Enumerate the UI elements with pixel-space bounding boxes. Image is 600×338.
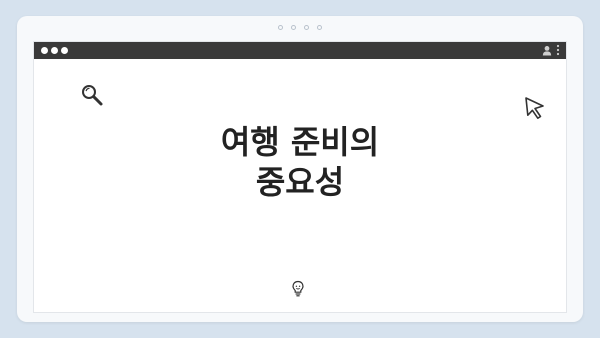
cursor-icon [524,96,546,120]
title-line: 중요성 [255,163,345,201]
browser-window: 여행 준비의 중요성 [33,41,567,313]
slide-content: 여행 준비의 중요성 [34,59,566,312]
page-dot[interactable] [291,25,296,30]
minimize-button[interactable] [51,47,58,54]
kebab-menu-icon[interactable] [556,44,560,56]
lightbulb-icon [291,280,305,298]
user-icon[interactable] [542,45,552,56]
pagination-dots [17,25,583,30]
maximize-button[interactable] [61,47,68,54]
window-controls [41,47,68,54]
close-button[interactable] [41,47,48,54]
slide-title: 여행 준비의 중요성 [34,122,566,202]
slide-card: 여행 준비의 중요성 [17,16,583,322]
titlebar-actions [542,44,560,56]
page-dot[interactable] [278,25,283,30]
page-dot[interactable] [304,25,309,30]
window-titlebar [34,42,566,59]
page-dot[interactable] [317,25,322,30]
title-line: 여행 준비의 [220,123,380,161]
search-icon [80,83,104,107]
